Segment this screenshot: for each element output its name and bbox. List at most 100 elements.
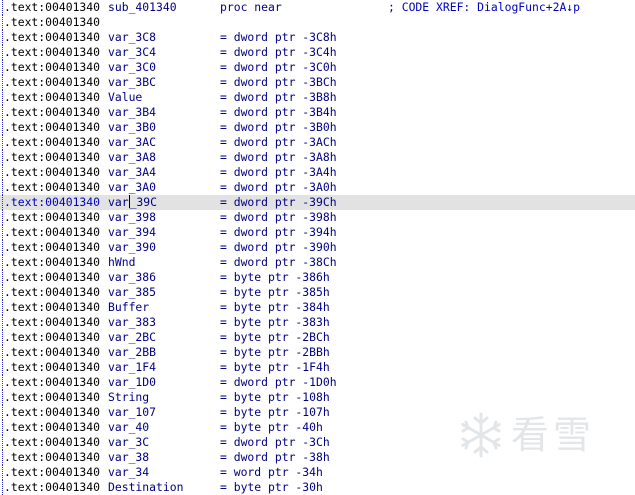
watermark: 看雪 [457,409,617,461]
address: .text:00401340 [4,300,101,314]
listing-row[interactable]: .text:00401340 var_3C4 = dword ptr -3C4h [0,45,635,60]
listing-row[interactable]: .text:00401340 var_3C0 = dword ptr -3C0h [0,60,635,75]
symbol-name[interactable]: var_1F4 [108,360,156,375]
symbol-name[interactable]: Destination [108,480,183,495]
listing-row[interactable]: .text:00401340 var_3A8 = dword ptr -3A8h [0,150,635,165]
operand-value: = dword ptr -1D0h [220,375,337,389]
listing-row[interactable]: .text:00401340 var_3BC = dword ptr -3BCh [0,75,635,90]
operand-value: = byte ptr -2BBh [220,345,330,359]
gutter-marker [2,420,3,435]
listing-row[interactable]: .text:00401340 hWnd = dword ptr -38Ch [0,255,635,270]
operand-value: = dword ptr -3Ch [220,435,330,449]
listing-row[interactable]: .text:00401340 var_386 = byte ptr -386h [0,270,635,285]
symbol-name[interactable]: var_3B4 [108,105,156,120]
symbol-name[interactable]: sub_401340 [108,0,177,15]
address: .text:00401340 [4,180,101,194]
symbol-name[interactable]: var_386 [108,270,156,285]
listing-row[interactable]: .text:00401340 Destination = byte ptr -30h [0,480,635,495]
listing-row-selected[interactable]: .text:00401340 var_39C = dword ptr -39Ch [0,195,635,210]
symbol-name[interactable]: var_3C0 [108,60,156,75]
symbol-name[interactable]: var_3B0 [108,120,156,135]
symbol-name[interactable]: var_3A0 [108,180,156,195]
listing-row[interactable]: .text:00401340 [0,15,635,30]
symbol-name[interactable]: var_3BC [108,75,156,90]
listing-row[interactable]: .text:00401340 var_3AC = dword ptr -3ACh [0,135,635,150]
address: .text:00401340 [4,75,101,89]
listing-row[interactable]: .text:00401340 var_398 = dword ptr -398h [0,210,635,225]
gutter-marker [2,90,3,105]
gutter-marker [2,45,3,60]
operand-value: proc near [220,0,282,14]
symbol-name[interactable]: Value [108,90,142,105]
listing-row[interactable]: .text:00401340 var_1D0 = dword ptr -1D0h [0,375,635,390]
listing-row[interactable]: .text:00401340 Value = dword ptr -3B8h [0,90,635,105]
gutter-marker [2,480,3,495]
listing-row[interactable]: .text:00401340 String = byte ptr -108h [0,390,635,405]
address: .text:00401340 [4,345,101,359]
symbol-name[interactable]: var_1D0 [108,375,156,390]
gutter-marker [2,240,3,255]
gutter-marker [2,390,3,405]
symbol-name[interactable]: var_39C [108,195,157,210]
symbol-name[interactable]: var_3C4 [108,45,156,60]
address: .text:00401340 [4,135,101,149]
symbol-name[interactable]: var_34 [108,465,149,480]
symbol-name[interactable]: var_107 [108,405,156,420]
operand-value: = dword ptr -3BCh [220,75,337,89]
symbol-name[interactable]: var_3C8 [108,30,156,45]
operand-value: = byte ptr -107h [220,405,330,419]
symbol-name[interactable]: var_390 [108,240,156,255]
symbol-name[interactable]: var_3AC [108,135,156,150]
symbol-name[interactable]: var_3A4 [108,165,156,180]
listing-row[interactable]: .text:00401340 var_394 = dword ptr -394h [0,225,635,240]
listing-row[interactable]: .text:00401340 var_3B0 = dword ptr -3B0h [0,120,635,135]
text-cursor [128,195,130,208]
listing-row[interactable]: .text:00401340 var_385 = byte ptr -385h [0,285,635,300]
listing-row[interactable]: .text:00401340 var_2BC = byte ptr -2BCh [0,330,635,345]
listing-row[interactable]: .text:00401340 var_2BB = byte ptr -2BBh [0,345,635,360]
symbol-name[interactable]: hWnd [108,255,135,270]
symbol-name[interactable]: var_3C [108,435,149,450]
symbol-name[interactable]: var_383 [108,315,156,330]
gutter-marker [2,30,3,45]
listing-row[interactable]: .text:00401340 var_3C8 = dword ptr -3C8h [0,30,635,45]
gutter-marker [2,135,3,150]
xref-comment[interactable]: ; CODE XREF: DialogFunc+2A↓p [388,0,580,15]
operand-value: = byte ptr -2BCh [220,330,330,344]
address: .text:00401340 [4,360,101,374]
address: .text:00401340 [4,45,101,59]
gutter-marker [2,285,3,300]
symbol-name[interactable]: var_40 [108,420,149,435]
gutter-marker [2,15,3,30]
symbol-name[interactable]: var_38 [108,450,149,465]
listing-row[interactable]: .text:00401340 var_3A4 = dword ptr -3A4h [0,165,635,180]
listing-row[interactable]: .text:00401340 var_1F4 = byte ptr -1F4h [0,360,635,375]
address: .text:00401340 [4,165,101,179]
operand-value: = dword ptr -39Ch [220,195,337,209]
gutter-marker [2,270,3,285]
gutter-marker [2,120,3,135]
listing-row[interactable]: .text:00401340 var_34 = word ptr -34h [0,465,635,480]
operand-value: = dword ptr -3C0h [220,60,337,74]
symbol-name[interactable]: var_385 [108,285,156,300]
listing-row[interactable]: .text:00401340 var_3A0 = dword ptr -3A0h [0,180,635,195]
address: .text:00401340 [4,210,101,224]
symbol-name[interactable]: String [108,390,149,405]
address: .text:00401340 [4,315,101,329]
address: .text:00401340 [4,420,101,434]
symbol-name[interactable]: var_3A8 [108,150,156,165]
address: .text:00401340 [4,270,101,284]
address: .text:00401340 [4,240,101,254]
listing-row[interactable]: .text:00401340 Buffer = byte ptr -384h [0,300,635,315]
symbol-name[interactable]: var_394 [108,225,156,240]
gutter-marker [2,300,3,315]
symbol-name[interactable]: var_398 [108,210,156,225]
operand-value: = dword ptr -3C8h [220,30,337,44]
symbol-name[interactable]: var_2BC [108,330,156,345]
listing-row[interactable]: .text:00401340 var_383 = byte ptr -383h [0,315,635,330]
listing-row[interactable]: .text:00401340 var_390 = dword ptr -390h [0,240,635,255]
listing-row[interactable]: .text:00401340 sub_401340 proc near ; CODE … [0,0,635,15]
listing-row[interactable]: .text:00401340 var_3B4 = dword ptr -3B4h [0,105,635,120]
symbol-name[interactable]: Buffer [108,300,149,315]
symbol-name[interactable]: var_2BB [108,345,156,360]
